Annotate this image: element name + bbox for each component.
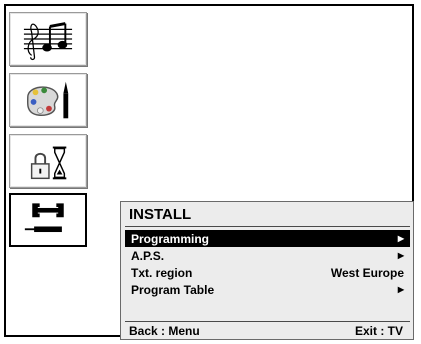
menu-row-label: Txt. region <box>131 265 193 280</box>
sidebar-item-picture[interactable] <box>9 73 87 127</box>
menu-row-label: Programming <box>131 231 210 246</box>
menu-row-label: Program Table <box>131 282 215 297</box>
palette-brush-icon <box>26 81 69 119</box>
install-menu-panel: INSTALL Programming ▶ A.P.S. ▶ Txt. regi… <box>120 201 414 340</box>
music-notes-icon <box>23 22 73 61</box>
back-hint: Back : Menu <box>129 324 200 338</box>
menu-row-label: A.P.S. <box>131 248 165 263</box>
title-divider <box>125 226 410 227</box>
submenu-arrow-icon: ▶ <box>397 285 404 294</box>
submenu-arrow-icon: ▶ <box>397 251 404 260</box>
menu-title: INSTALL <box>129 206 192 223</box>
exit-hint: Exit : TV <box>354 324 403 338</box>
menu-row-program-table[interactable]: Program Table ▶ <box>125 281 410 298</box>
menu-row-aps[interactable]: A.P.S. ▶ <box>125 247 410 264</box>
sidebar-item-features[interactable] <box>9 134 87 188</box>
txt-region-value: West Europe <box>330 265 404 280</box>
sidebar-item-install[interactable] <box>9 193 87 247</box>
tv-menu-frame: INSTALL Programming ▶ A.P.S. ▶ Txt. regi… <box>4 4 414 340</box>
menu-row-txt-region[interactable]: Txt. region West Europe <box>125 264 410 281</box>
sidebar-item-sound[interactable] <box>9 12 87 66</box>
menu-row-programming[interactable]: Programming ▶ <box>125 230 410 247</box>
footer-divider <box>125 321 410 322</box>
submenu-arrow-icon: ▶ <box>397 234 404 243</box>
wrench-screwdriver-icon <box>24 203 64 233</box>
lock-hourglass-icon <box>30 146 67 180</box>
